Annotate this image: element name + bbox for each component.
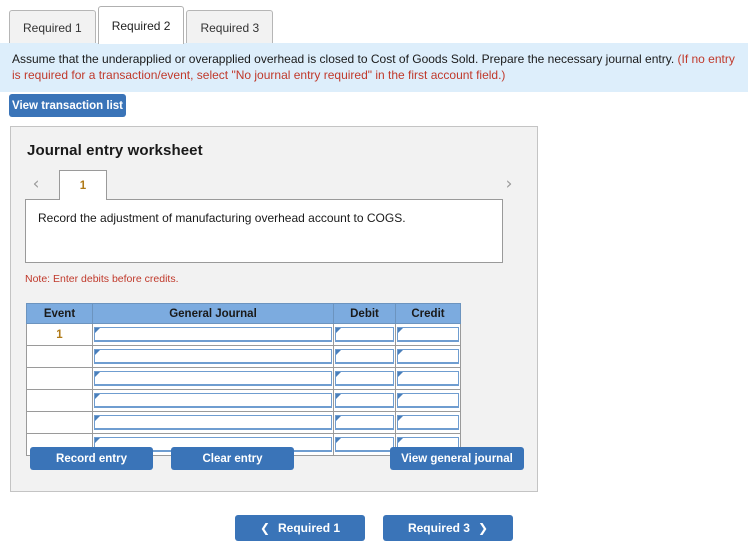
credit-cell[interactable] bbox=[395, 389, 461, 412]
nav-previous-required-1-button[interactable]: ❮ Required 1 bbox=[235, 515, 365, 541]
table-row bbox=[26, 411, 461, 434]
pager-previous-icon[interactable]: ‹ bbox=[28, 173, 44, 195]
tab-required-3[interactable]: Required 3 bbox=[186, 10, 274, 44]
credit-cell[interactable] bbox=[395, 323, 461, 346]
instruction-text-primary: Assume that the underapplied or overappl… bbox=[12, 52, 678, 66]
worksheet-pager: ‹ 1 › bbox=[25, 170, 525, 200]
record-entry-button[interactable]: Record entry bbox=[30, 447, 153, 470]
debit-cell[interactable] bbox=[333, 433, 396, 456]
general-journal-account-select[interactable] bbox=[94, 371, 332, 386]
column-header-debit: Debit bbox=[333, 303, 396, 324]
nav-previous-label: Required 1 bbox=[278, 521, 341, 535]
credit-input[interactable] bbox=[397, 415, 459, 430]
debit-input[interactable] bbox=[335, 371, 394, 386]
event-number-cell bbox=[26, 345, 93, 368]
debit-cell[interactable] bbox=[333, 367, 396, 390]
requirement-navigation: ❮ Required 1 Required 3 ❯ bbox=[0, 515, 748, 541]
view-general-journal-button[interactable]: View general journal bbox=[390, 447, 524, 470]
general-journal-account-select[interactable] bbox=[94, 327, 332, 342]
clear-entry-button[interactable]: Clear entry bbox=[171, 447, 294, 470]
entry-description-text: Record the adjustment of manufacturing o… bbox=[38, 211, 406, 225]
pager-next-icon[interactable]: › bbox=[501, 173, 517, 195]
general-journal-cell[interactable] bbox=[92, 345, 334, 368]
debit-cell[interactable] bbox=[333, 389, 396, 412]
chevron-left-icon: ❮ bbox=[259, 521, 271, 535]
credit-cell[interactable] bbox=[395, 411, 461, 434]
debit-cell[interactable] bbox=[333, 323, 396, 346]
general-journal-account-select[interactable] bbox=[94, 349, 332, 364]
general-journal-cell[interactable] bbox=[92, 367, 334, 390]
tab-required-2-label: Required 2 bbox=[111, 18, 171, 33]
debit-input[interactable] bbox=[335, 393, 394, 408]
tab-required-1[interactable]: Required 1 bbox=[9, 10, 96, 44]
pager-page-1-tab[interactable]: 1 bbox=[59, 170, 107, 200]
tab-required-3-label: Required 3 bbox=[200, 20, 260, 35]
debit-cell[interactable] bbox=[333, 411, 396, 434]
debit-input[interactable] bbox=[335, 415, 394, 430]
view-transaction-list-button[interactable]: View transaction list bbox=[9, 94, 126, 117]
requirement-tab-strip: Required 1 Required 2 Required 3 bbox=[0, 0, 748, 44]
credit-input[interactable] bbox=[397, 327, 459, 342]
panel-title: Journal entry worksheet bbox=[27, 142, 203, 159]
general-journal-cell[interactable] bbox=[92, 389, 334, 412]
entry-description-box: Record the adjustment of manufacturing o… bbox=[25, 199, 503, 263]
chevron-right-icon: ❯ bbox=[477, 521, 489, 535]
event-number-cell bbox=[26, 411, 93, 434]
debit-input[interactable] bbox=[335, 327, 394, 342]
table-header-row: Event General Journal Debit Credit bbox=[26, 303, 461, 324]
table-row bbox=[26, 367, 461, 390]
credit-input[interactable] bbox=[397, 349, 459, 364]
debits-before-credits-note: Note: Enter debits before credits. bbox=[25, 273, 179, 285]
event-number-cell: 1 bbox=[26, 323, 93, 346]
debit-input[interactable] bbox=[335, 437, 394, 452]
tab-required-1-label: Required 1 bbox=[23, 20, 82, 35]
general-journal-account-select[interactable] bbox=[94, 393, 332, 408]
general-journal-account-select[interactable] bbox=[94, 415, 332, 430]
column-header-event: Event bbox=[26, 303, 93, 324]
debit-cell[interactable] bbox=[333, 345, 396, 368]
credit-cell[interactable] bbox=[395, 345, 461, 368]
tab-required-2[interactable]: Required 2 bbox=[97, 6, 185, 44]
table-row bbox=[26, 345, 461, 368]
instruction-banner: Assume that the underapplied or overappl… bbox=[0, 43, 748, 92]
nav-next-required-3-button[interactable]: Required 3 ❯ bbox=[383, 515, 513, 541]
nav-next-label: Required 3 bbox=[407, 521, 470, 535]
journal-entry-worksheet-panel: Journal entry worksheet ‹ 1 › Record the… bbox=[10, 126, 538, 492]
column-header-credit: Credit bbox=[395, 303, 461, 324]
table-row bbox=[26, 389, 461, 412]
event-number-cell bbox=[26, 389, 93, 412]
general-journal-cell[interactable] bbox=[92, 411, 334, 434]
credit-input[interactable] bbox=[397, 393, 459, 408]
credit-cell[interactable] bbox=[395, 367, 461, 390]
column-header-general-journal: General Journal bbox=[92, 303, 334, 324]
table-row: 1 bbox=[26, 323, 461, 346]
general-journal-cell[interactable] bbox=[92, 323, 334, 346]
event-number-cell bbox=[26, 367, 93, 390]
journal-entry-table: Event General Journal Debit Credit 1 bbox=[26, 303, 461, 456]
credit-input[interactable] bbox=[397, 371, 459, 386]
debit-input[interactable] bbox=[335, 349, 394, 364]
